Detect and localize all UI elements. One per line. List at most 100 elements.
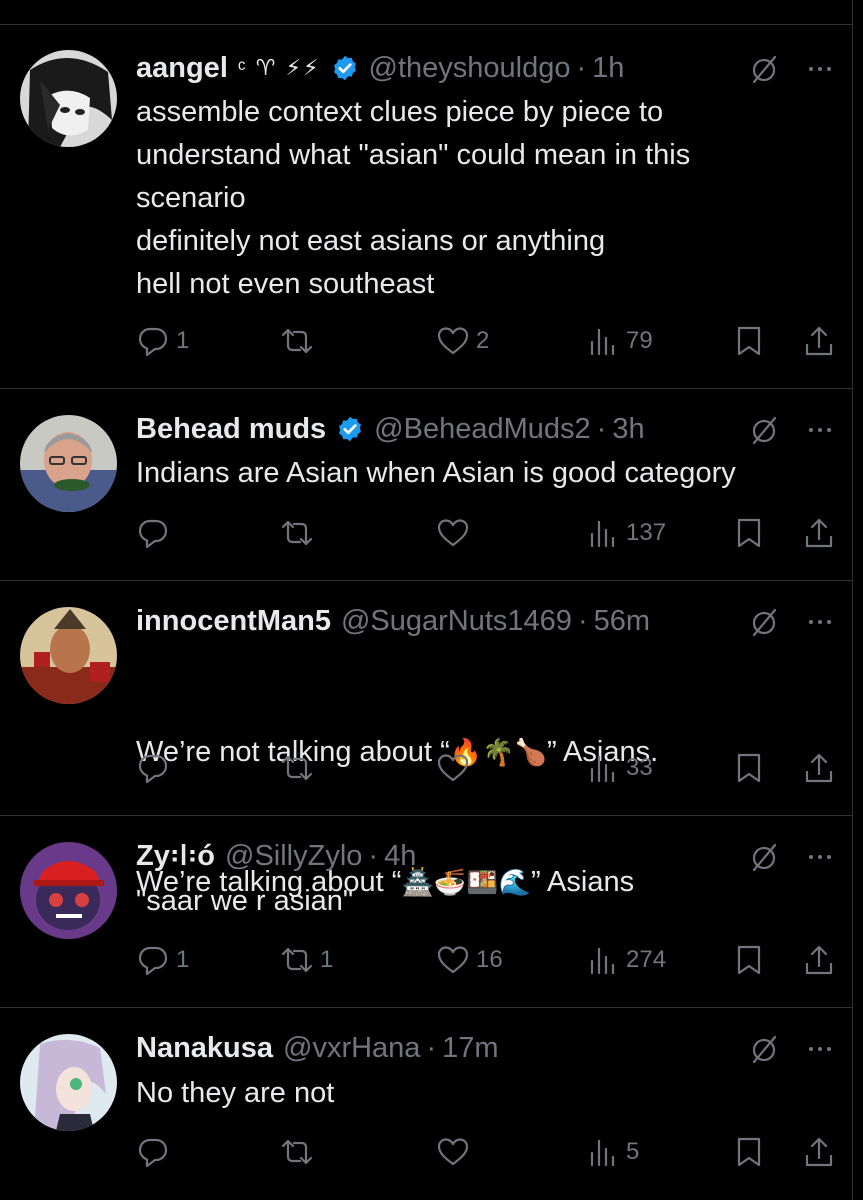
tweet[interactable]: Zy꞉ǀ꞉ó @SillyZylo · 4h "saar we r asian"…: [0, 816, 852, 1008]
like-button[interactable]: 16: [436, 940, 503, 980]
avatar[interactable]: [20, 842, 117, 939]
reply-icon: [138, 946, 168, 976]
views-button[interactable]: 33: [586, 748, 653, 788]
reply-icon: [138, 519, 168, 549]
views-count: 79: [626, 327, 653, 354]
bookmark-button[interactable]: [732, 748, 766, 788]
tweet[interactable]: Nanakusa @vxrHana · 17m No they are not: [0, 1008, 852, 1200]
bookmark-button[interactable]: [732, 1132, 766, 1172]
retweet-icon: [281, 520, 313, 546]
verified-icon: [339, 416, 362, 442]
views-icon: [590, 1139, 615, 1167]
reply-feed: aangel ᶜ ♈ ⚡⚡ @theyshouldgo · 1h assembl…: [0, 0, 863, 1200]
share-button[interactable]: [802, 1132, 836, 1172]
timestamp[interactable]: 17m: [442, 1032, 498, 1065]
more-icon[interactable]: [804, 841, 836, 873]
separator: ·: [577, 604, 588, 637]
display-name[interactable]: Behead muds: [136, 413, 326, 446]
more-icon[interactable]: [804, 414, 836, 446]
reply-button[interactable]: [136, 748, 176, 788]
grok-icon[interactable]: [748, 53, 780, 85]
handle[interactable]: @vxrHana: [283, 1032, 420, 1065]
bookmark-icon: [737, 326, 761, 356]
share-button[interactable]: [802, 321, 836, 361]
views-icon: [590, 328, 615, 356]
heart-icon: [437, 754, 469, 782]
tweet-header: Zy꞉ǀ꞉ó @SillyZylo · 4h: [136, 838, 416, 874]
handle[interactable]: @theyshouldgo: [369, 52, 571, 85]
separator: ·: [368, 839, 379, 872]
more-icon[interactable]: [804, 1033, 836, 1065]
bookmark-button[interactable]: [732, 321, 766, 361]
more-icon[interactable]: [804, 53, 836, 85]
timestamp[interactable]: 3h: [612, 413, 644, 446]
timestamp[interactable]: 56m: [594, 605, 650, 638]
like-button[interactable]: 2: [436, 321, 489, 361]
avatar[interactable]: [20, 1034, 117, 1131]
retweet-icon: [281, 328, 313, 354]
retweet-button[interactable]: [280, 748, 320, 788]
reply-icon: [138, 327, 168, 357]
action-bar: 5: [136, 1132, 840, 1172]
share-button[interactable]: [802, 513, 836, 553]
timestamp[interactable]: 4h: [384, 840, 416, 873]
bookmark-button[interactable]: [732, 513, 766, 553]
tweet[interactable]: aangel ᶜ ♈ ⚡⚡ @theyshouldgo · 1h assembl…: [0, 25, 852, 389]
retweet-count: 1: [320, 946, 334, 973]
share-button[interactable]: [802, 748, 836, 788]
grok-icon[interactable]: [748, 1033, 780, 1065]
avatar[interactable]: [20, 607, 117, 704]
retweet-button[interactable]: [280, 1132, 320, 1172]
display-name[interactable]: aangel: [136, 52, 228, 85]
retweet-button[interactable]: 1: [280, 940, 333, 980]
reply-button[interactable]: 1: [136, 940, 189, 980]
views-button[interactable]: 137: [586, 513, 666, 553]
grok-icon[interactable]: [748, 606, 780, 638]
tweet-text: Indians are Asian when Asian is good cat…: [136, 457, 736, 489]
share-icon: [805, 1137, 833, 1167]
like-button[interactable]: [436, 748, 476, 788]
reply-icon: [138, 1138, 168, 1168]
grok-icon[interactable]: [748, 841, 780, 873]
tweet[interactable]: Behead muds @BeheadMuds2 · 3h Indians ar…: [0, 389, 852, 581]
tweet[interactable]: innocentMan5 @SugarNuts1469 · 56m We’re …: [0, 581, 852, 898]
like-button[interactable]: [436, 513, 476, 553]
reply-button[interactable]: [136, 513, 176, 553]
display-name[interactable]: Nanakusa: [136, 1032, 273, 1065]
retweet-icon: [281, 947, 313, 973]
timestamp[interactable]: 1h: [592, 52, 624, 85]
reply-button[interactable]: 1: [136, 321, 189, 361]
handle[interactable]: @BeheadMuds2: [374, 413, 590, 446]
share-button[interactable]: [802, 940, 836, 980]
bookmark-icon: [737, 945, 761, 975]
bookmark-button[interactable]: [732, 940, 766, 980]
avatar[interactable]: [20, 50, 117, 147]
views-button[interactable]: 5: [586, 1132, 639, 1172]
reply-button[interactable]: [136, 1132, 176, 1172]
share-icon: [805, 518, 833, 548]
avatar[interactable]: [20, 415, 117, 512]
tweet-text: assemble context clues piece by piece to…: [136, 96, 691, 300]
handle[interactable]: @SillyZylo: [225, 840, 362, 873]
tweet-header: Nanakusa @vxrHana · 17m: [136, 1030, 499, 1066]
action-bar: 137: [136, 513, 840, 553]
grok-icon[interactable]: [748, 414, 780, 446]
like-count: 2: [476, 327, 490, 354]
handle[interactable]: @SugarNuts1469: [341, 605, 572, 638]
retweet-button[interactable]: [280, 321, 320, 361]
tweet-header: aangel ᶜ ♈ ⚡⚡ @theyshouldgo · 1h: [136, 50, 624, 86]
views-count: 33: [626, 754, 653, 781]
views-button[interactable]: 274: [586, 940, 666, 980]
views-icon: [590, 755, 615, 783]
like-count: 16: [476, 946, 503, 973]
name-badge: ᶜ ♈ ⚡⚡: [237, 55, 321, 80]
views-icon: [590, 947, 615, 975]
like-button[interactable]: [436, 1132, 476, 1172]
views-button[interactable]: 79: [586, 321, 653, 361]
heart-icon: [437, 946, 469, 974]
display-name[interactable]: innocentMan5: [136, 605, 331, 638]
retweet-button[interactable]: [280, 513, 320, 553]
heart-icon: [437, 519, 469, 547]
display-name[interactable]: Zy꞉ǀ꞉ó: [136, 840, 215, 873]
more-icon[interactable]: [804, 606, 836, 638]
